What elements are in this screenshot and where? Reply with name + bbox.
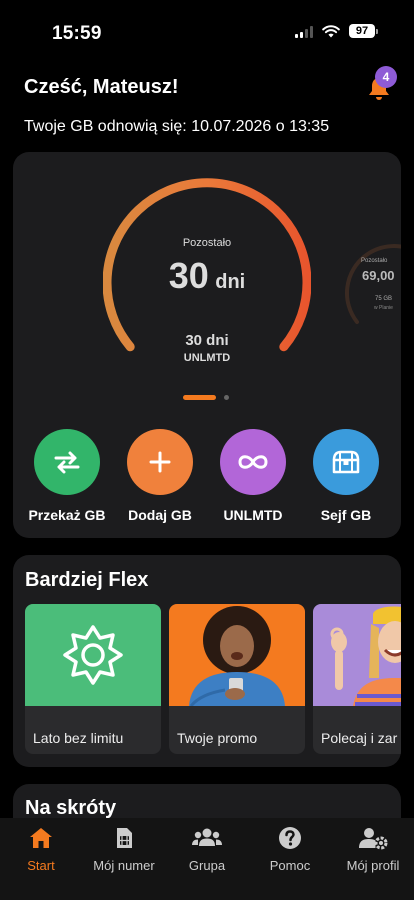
promo-caption: Polecaj i zar xyxy=(321,730,398,746)
tab-label: Mój profil xyxy=(346,858,400,873)
group-icon xyxy=(192,828,222,846)
flex-title: Bardziej Flex xyxy=(25,569,149,591)
greeting: Cześć, Mateusz! xyxy=(24,76,179,98)
peek-plan: w Planie xyxy=(374,305,393,311)
transfer-gb-button[interactable]: Przekaż GB xyxy=(22,429,112,523)
unlmtd-label: UNLMTD xyxy=(223,507,283,523)
unlmtd-button[interactable]: UNLMTD xyxy=(208,429,298,523)
gauge-caption: Pozostało xyxy=(182,237,232,249)
tab-group[interactable]: Grupa xyxy=(166,826,248,873)
treasure-chest-icon xyxy=(313,429,379,495)
bottom-tab-bar: Start Mój numer Grupa Pomoc Mój profil xyxy=(0,818,414,900)
status-icons: 97 xyxy=(295,24,378,38)
tab-start[interactable]: Start xyxy=(0,826,82,873)
transfer-icon xyxy=(34,429,100,495)
promo-card-your-promo[interactable]: Twoje promo xyxy=(169,604,305,754)
battery-icon: 97 xyxy=(349,24,378,38)
tab-label: Pomoc xyxy=(269,858,311,873)
days-number: 30 xyxy=(168,255,209,296)
days-remaining-value: 30 dni xyxy=(123,255,291,297)
home-icon xyxy=(30,828,52,848)
woman-with-phone-photo xyxy=(169,604,305,706)
status-bar: 15:59 97 xyxy=(0,0,414,56)
renewal-info: Twoje GB odnowią się: 10.07.2026 o 13:35 xyxy=(24,118,330,135)
gb-safe-label: Sejf GB xyxy=(320,507,372,523)
peek-caption: Pozostało xyxy=(361,258,388,264)
profile-settings-icon xyxy=(359,828,388,850)
promo-caption: Twoje promo xyxy=(177,730,258,746)
tab-label: Grupa xyxy=(188,858,226,873)
tab-help[interactable]: Pomoc xyxy=(249,826,331,873)
data-usage-card[interactable]: Pozostało 30 dni 30 dni UNLMTD Pozostało… xyxy=(13,152,401,538)
smiling-woman-photo xyxy=(313,604,401,706)
carousel-pager[interactable] xyxy=(183,395,229,400)
shortcuts-title: Na skróty xyxy=(25,797,117,819)
promo-card-refer[interactable]: Polecaj i zar xyxy=(313,604,401,754)
infinity-icon xyxy=(220,429,286,495)
peek-value: 69,00 xyxy=(362,268,395,283)
transfer-gb-label: Przekaż GB xyxy=(28,507,106,523)
notification-count-badge[interactable]: 4 xyxy=(375,66,397,88)
tab-my-number[interactable]: Mój numer xyxy=(83,826,165,873)
sim-card-icon xyxy=(117,828,132,848)
peek-gb: 75 GB xyxy=(375,296,393,302)
sun-icon xyxy=(25,604,161,706)
tab-label: Start xyxy=(27,858,55,873)
cellular-signal-icon xyxy=(295,25,313,38)
battery-level: 97 xyxy=(349,24,375,38)
add-gb-button[interactable]: Dodaj GB xyxy=(115,429,205,523)
status-time: 15:59 xyxy=(52,23,102,44)
wifi-icon xyxy=(322,24,340,37)
add-gb-label: Dodaj GB xyxy=(128,507,192,523)
promo-card-summer[interactable]: Lato bez limitu xyxy=(25,604,161,754)
days-unit: dni xyxy=(215,271,246,293)
plan-name: UNLMTD xyxy=(183,352,231,364)
plus-icon xyxy=(127,429,193,495)
tab-my-profile[interactable]: Mój profil xyxy=(332,826,414,873)
tab-label: Mój numer xyxy=(93,858,155,873)
promo-caption: Lato bez limitu xyxy=(33,730,124,746)
pager-dot[interactable] xyxy=(224,395,229,400)
pager-dot-active[interactable] xyxy=(183,395,216,400)
flex-section: Bardziej Flex Lato bez limitu Twoje prom… xyxy=(13,555,401,767)
data-remaining-gauge-peek xyxy=(345,244,401,324)
help-icon xyxy=(279,827,301,849)
plan-duration: 30 dni xyxy=(185,332,229,349)
gb-safe-button[interactable]: Sejf GB xyxy=(301,429,391,523)
